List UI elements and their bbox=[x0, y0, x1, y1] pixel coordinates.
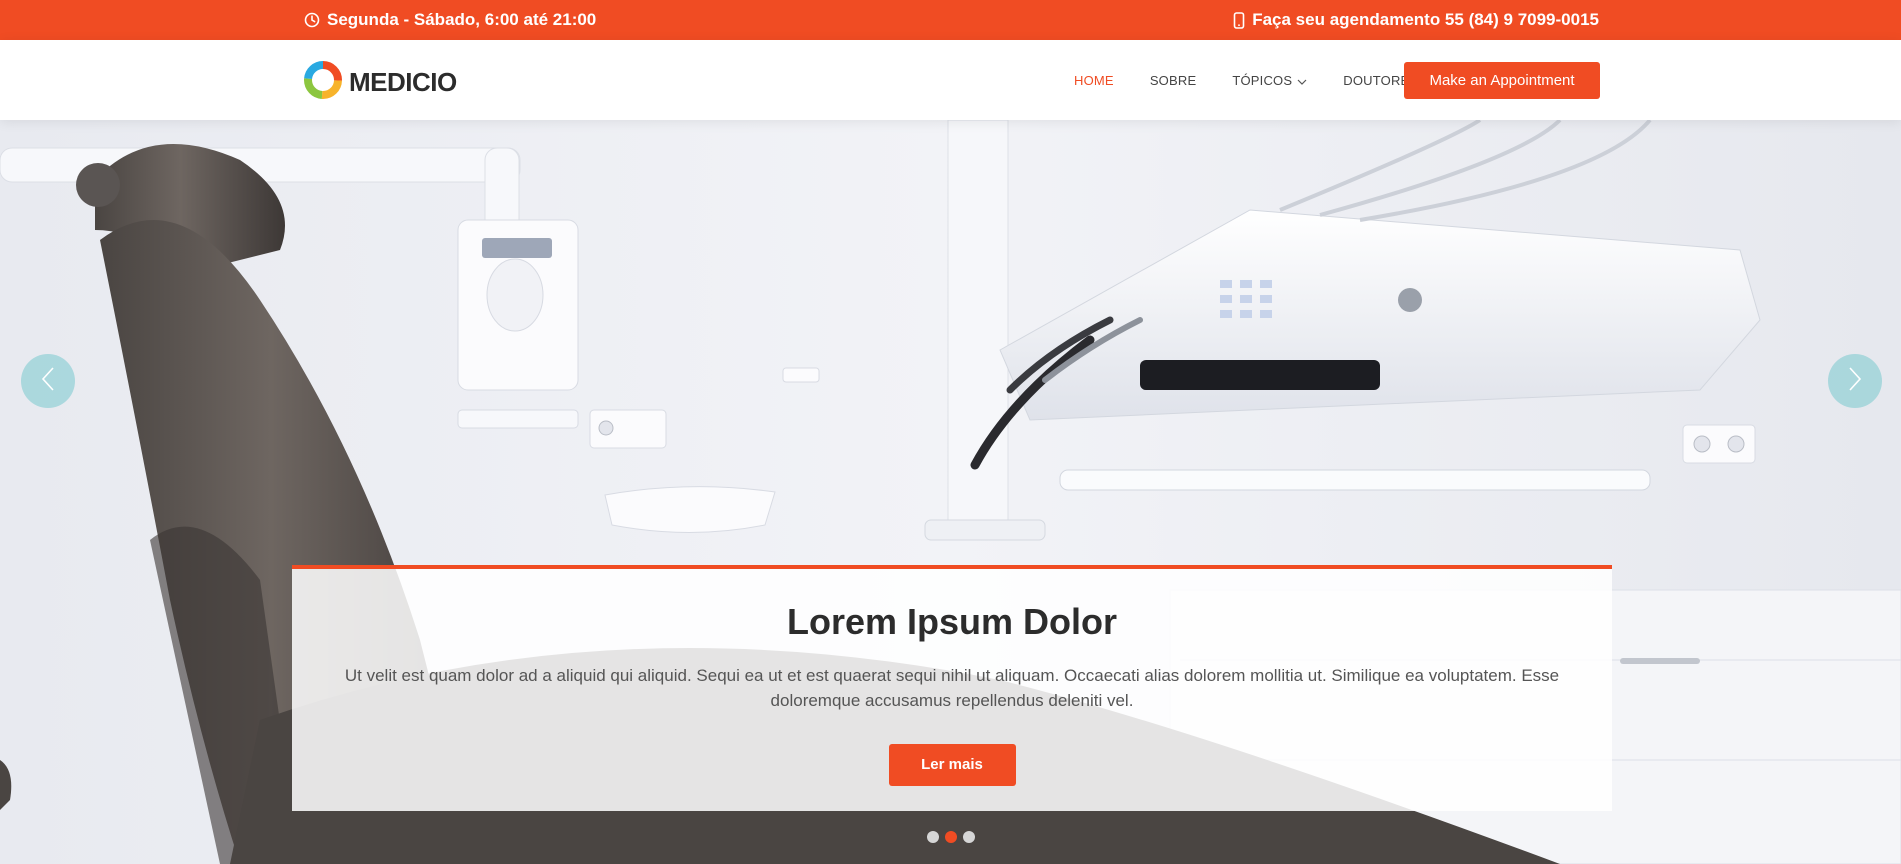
phone-text: Faça seu agendamento 55 (84) 9 7099-0015 bbox=[1252, 10, 1599, 29]
site-header: MEDICIO HOME SOBRE TÓPICOS DOUTORES Make… bbox=[0, 40, 1901, 120]
chevron-down-icon bbox=[1297, 73, 1307, 88]
clock-icon bbox=[304, 12, 320, 28]
carousel-indicators bbox=[927, 831, 975, 843]
slide-text: Ut velit est quam dolor ad a aliquid qui… bbox=[344, 666, 1560, 710]
make-appointment-button[interactable]: Make an Appointment bbox=[1404, 62, 1600, 99]
business-hours-text: Segunda - Sábado, 6:00 até 21:00 bbox=[327, 10, 597, 29]
business-hours: Segunda - Sábado, 6:00 até 21:00 bbox=[304, 0, 596, 40]
nav-sobre[interactable]: SOBRE bbox=[1150, 73, 1197, 88]
logo-ring-icon bbox=[303, 60, 343, 105]
nav-topicos[interactable]: TÓPICOS bbox=[1232, 73, 1307, 88]
hero-carousel: Lorem Ipsum Dolor Ut velit est quam dolo… bbox=[0, 120, 1901, 864]
carousel-dot-2[interactable] bbox=[945, 831, 957, 843]
logo-text: MEDICIO bbox=[349, 67, 457, 97]
carousel-next-button[interactable] bbox=[1828, 354, 1882, 408]
chevron-right-icon bbox=[1848, 366, 1862, 397]
carousel-prev-button[interactable] bbox=[21, 354, 75, 408]
carousel-dot-1[interactable] bbox=[927, 831, 939, 843]
carousel-dot-3[interactable] bbox=[963, 831, 975, 843]
nav-topicos-label: TÓPICOS bbox=[1232, 72, 1293, 88]
phone-icon bbox=[1233, 11, 1245, 29]
site-logo[interactable]: MEDICIO bbox=[303, 60, 457, 105]
nav-home-label: HOME bbox=[1074, 72, 1114, 88]
nav-sobre-label: SOBRE bbox=[1149, 72, 1197, 88]
top-bar: Segunda - Sábado, 6:00 até 21:00 Faça se… bbox=[0, 0, 1901, 40]
chevron-left-icon bbox=[41, 366, 55, 397]
phone-contact[interactable]: Faça seu agendamento 55 (84) 9 7099-0015 bbox=[1233, 0, 1599, 40]
read-more-button[interactable]: Ler mais bbox=[888, 744, 1016, 786]
slide-caption: Lorem Ipsum Dolor Ut velit est quam dolo… bbox=[292, 565, 1612, 811]
main-nav: HOME SOBRE TÓPICOS DOUTORES bbox=[1074, 40, 1454, 120]
nav-home[interactable]: HOME bbox=[1074, 73, 1114, 88]
slide-title: Lorem Ipsum Dolor bbox=[786, 601, 1118, 642]
